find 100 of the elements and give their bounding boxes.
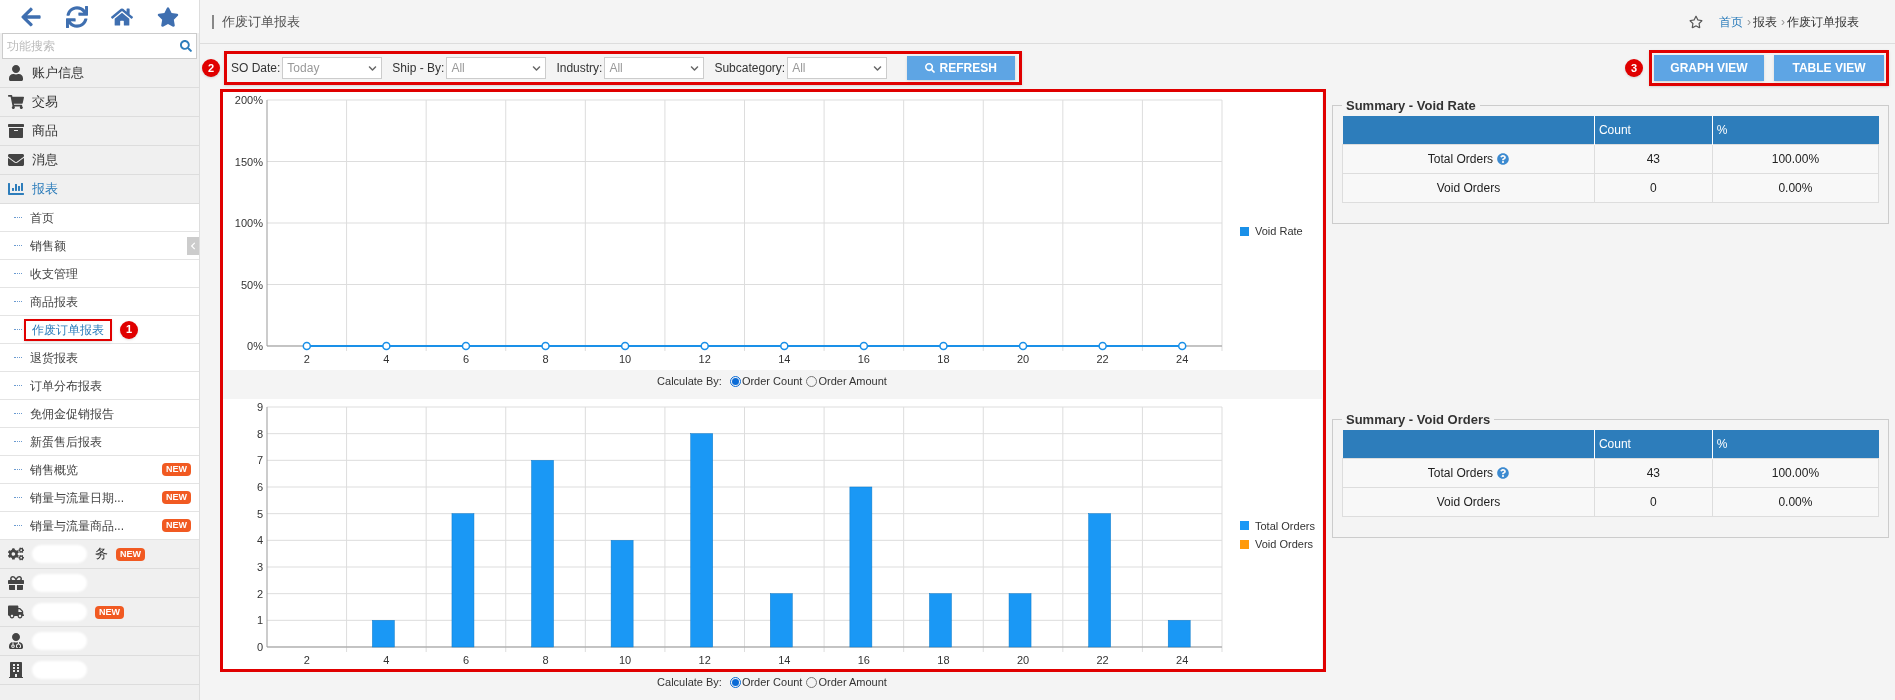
table-cell: 100.00% <box>1712 458 1879 488</box>
sidebar-item[interactable]: 消息 <box>0 146 199 175</box>
x-tick-label: 4 <box>383 654 390 666</box>
legend-label: Void Rate <box>1255 223 1303 239</box>
x-tick-label: 16 <box>857 654 870 666</box>
x-tick-label: 18 <box>937 654 950 666</box>
x-tick-label: 24 <box>1176 353 1189 365</box>
breadcrumb-link[interactable]: 报表 <box>1753 12 1777 31</box>
radio-option[interactable]: Order Amount <box>806 372 887 390</box>
truck-icon <box>8 604 24 620</box>
y-tick-label: 1 <box>256 614 263 627</box>
chevron-down-icon <box>690 63 700 73</box>
new-badge: NEW <box>95 605 124 619</box>
row-label: Void Orders <box>1436 494 1501 511</box>
collapse-handle[interactable] <box>187 236 199 255</box>
radio-option[interactable]: Order Count <box>729 372 803 390</box>
x-tick-label: 2 <box>303 654 310 666</box>
chevron-down-icon <box>368 63 378 73</box>
callout-number: 2 <box>202 59 220 77</box>
x-tick-label: 8 <box>542 353 549 365</box>
x-tick-label: 6 <box>462 353 469 365</box>
help-icon[interactable] <box>1497 153 1510 165</box>
x-tick-label: 6 <box>462 654 469 666</box>
y-tick-label: 200% <box>234 94 263 106</box>
y-tick-label: 100% <box>234 217 263 229</box>
bar-chart-icon <box>8 181 24 197</box>
submenu-item[interactable]: 免佣金促销报告 <box>30 404 114 423</box>
row-label: Total Orders <box>1427 465 1494 482</box>
person-icon <box>8 633 24 649</box>
radio-option[interactable]: Order Amount <box>806 673 887 691</box>
submenu-item[interactable]: 收支管理 <box>30 264 78 283</box>
y-tick-label: 9 <box>256 401 263 413</box>
breadcrumb-link[interactable]: 首页 <box>1719 12 1743 31</box>
envelope-icon <box>8 152 24 168</box>
search-icon[interactable] <box>180 40 192 52</box>
submenu-item[interactable]: 销量与流量商品... <box>30 516 124 535</box>
submenu-item[interactable]: 销量与流量日期... <box>30 488 124 507</box>
star-icon[interactable] <box>1689 14 1703 29</box>
new-badge: NEW <box>116 547 145 561</box>
sidebar-item[interactable]: 务 NEW <box>0 540 199 569</box>
sidebar-item[interactable]: 交易 <box>0 88 199 117</box>
breadcrumb-separator: › <box>1747 13 1751 31</box>
filter-label: SO Date: <box>231 60 281 77</box>
bar <box>770 593 793 648</box>
radio-option[interactable]: Order Count <box>729 673 803 691</box>
refresh-icon[interactable] <box>65 5 88 28</box>
x-tick-label: 20 <box>1016 353 1030 365</box>
star-icon[interactable] <box>157 5 180 28</box>
table-header-cell: Count <box>1594 429 1713 459</box>
y-tick-label: 5 <box>256 507 263 520</box>
y-tick-label: 4 <box>256 534 263 547</box>
back-icon[interactable] <box>19 5 42 28</box>
callout-number: 1 <box>120 320 138 339</box>
building-icon <box>8 662 24 678</box>
new-badge: NEW <box>162 519 191 532</box>
filter-label: Industry: <box>556 60 603 77</box>
table-cell: 43 <box>1594 458 1713 488</box>
calculate-by-label: Calculate By: <box>657 674 722 690</box>
y-tick-label: 3 <box>256 561 263 573</box>
gears-icon <box>8 546 24 562</box>
submenu-item[interactable]: 订单分布报表 <box>30 376 102 395</box>
help-icon[interactable] <box>1497 467 1510 479</box>
home-icon[interactable] <box>111 5 134 28</box>
y-tick-label: 2 <box>256 587 263 600</box>
filter-label: Subcategory: <box>714 60 786 77</box>
x-tick-label: 18 <box>937 353 950 365</box>
x-tick-label: 12 <box>698 353 711 365</box>
search-icon <box>925 63 936 73</box>
table-header-cell: % <box>1712 429 1879 459</box>
row-label: Void Orders <box>1436 180 1501 197</box>
summary-title: Summary - Void Orders <box>1345 411 1492 429</box>
new-badge: NEW <box>162 491 191 504</box>
x-tick-label: 24 <box>1176 654 1189 666</box>
y-tick-label: 150% <box>234 155 263 168</box>
submenu-item[interactable]: 新蛋售后报表 <box>30 432 102 451</box>
x-tick-label: 2 <box>303 353 310 365</box>
y-tick-label: 0% <box>247 340 263 352</box>
table-cell: 43 <box>1594 144 1713 174</box>
bar <box>929 593 952 648</box>
legend-label: Void Orders <box>1255 537 1314 552</box>
submenu-item[interactable]: 商品报表 <box>30 292 78 311</box>
search-input[interactable]: 功能搜索 <box>7 37 180 55</box>
x-tick-label: 4 <box>383 353 390 365</box>
submenu-item[interactable]: 销售额 <box>30 236 66 255</box>
x-tick-label: 10 <box>619 654 632 666</box>
x-tick-label: 22 <box>1096 654 1109 666</box>
submenu-item[interactable]: 退货报表 <box>30 348 78 367</box>
chevron-left-icon <box>189 241 197 250</box>
search-field[interactable]: 功能搜索 <box>2 33 197 59</box>
sidebar-item[interactable]: 账户信息 <box>0 59 199 88</box>
table-cell: 0 <box>1594 173 1713 203</box>
filter-label: Ship - By: <box>392 60 445 77</box>
sidebar-item[interactable]: 商品 <box>0 117 199 146</box>
chevron-down-icon <box>873 63 883 73</box>
submenu-item[interactable]: 作废订单报表 <box>24 318 112 341</box>
submenu-item[interactable]: 首页 <box>30 208 54 227</box>
table-cell: 0.00% <box>1712 173 1879 203</box>
submenu-item[interactable]: 销售概览 <box>30 460 78 479</box>
y-tick-label: 7 <box>256 454 263 467</box>
x-tick-label: 8 <box>542 654 549 666</box>
